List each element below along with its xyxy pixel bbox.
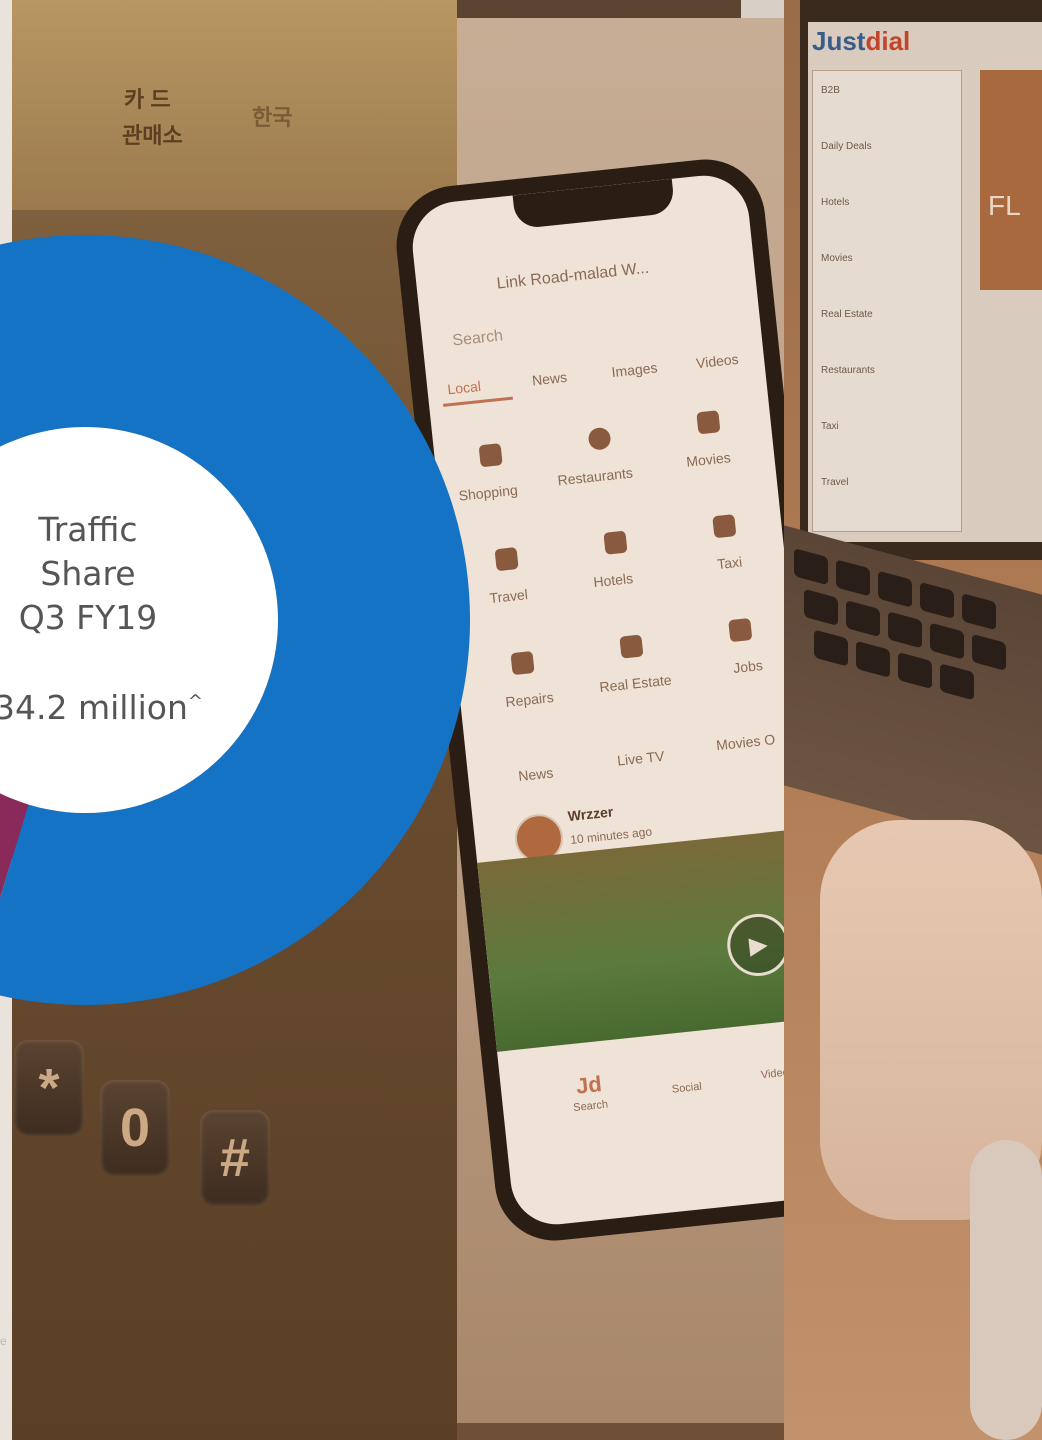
traffic-share-label: Traffic Share Q3 FY19 xyxy=(0,508,176,640)
traffic-value-number: 34.2 million xyxy=(0,688,188,727)
label-line-3: Q3 FY19 xyxy=(18,598,158,637)
footer-fragment: e xyxy=(0,1334,7,1348)
label-line-2: Share xyxy=(40,554,136,593)
traffic-value: 34.2 million^ xyxy=(0,688,203,727)
traffic-value-mark: ^ xyxy=(187,691,203,712)
label-line-1: Traffic xyxy=(38,510,138,549)
